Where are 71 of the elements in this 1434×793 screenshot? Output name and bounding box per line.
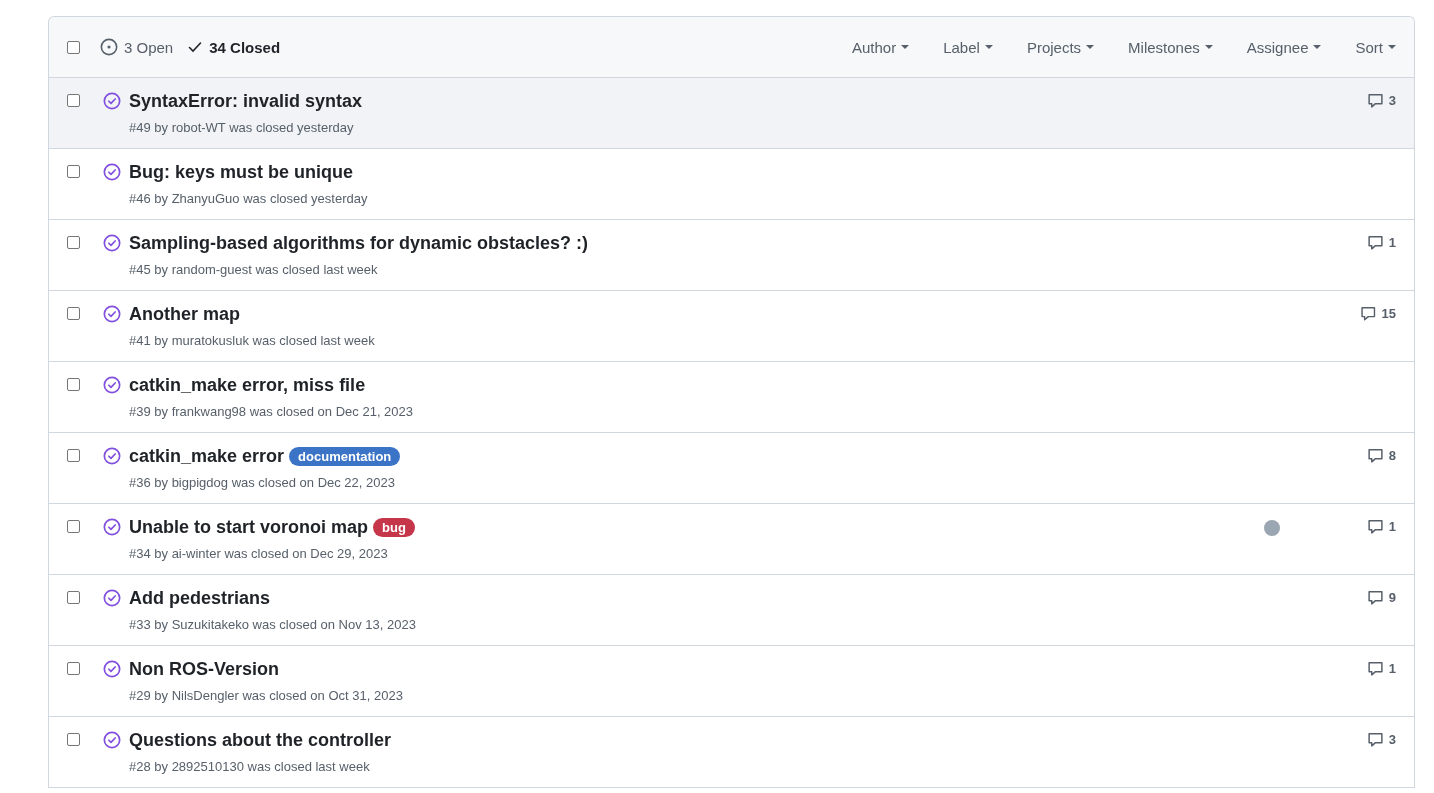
avatar[interactable]: [1264, 520, 1280, 536]
issue-meta: #45 by random-guest was closed last week: [129, 262, 379, 277]
check-circle-icon: [103, 376, 121, 394]
issue-title[interactable]: Sampling-based algorithms for dynamic obstacles? :): [129, 233, 589, 254]
checkbox[interactable]: [67, 662, 80, 675]
comment-icon: [1366, 92, 1384, 109]
issue-title[interactable]: catkin_make error, miss file: [129, 375, 366, 396]
filter-dropdown[interactable]: Projects: [1026, 38, 1095, 56]
filter-dropdown[interactable]: Milestones: [1128, 38, 1213, 56]
comment-icon: [1366, 518, 1384, 535]
checkbox[interactable]: [67, 591, 80, 604]
checkbox[interactable]: [67, 307, 80, 320]
open-issue-icon: [100, 38, 118, 56]
checkbox[interactable]: [67, 733, 80, 746]
issue-meta: #28 by 2892510130 was closed last week: [129, 759, 371, 774]
issue-meta: #46 by ZhanyuGuo was closed yesterday: [129, 191, 369, 206]
state-tab[interactable]: 34 Closed: [187, 38, 281, 56]
label-tag[interactable]: documentation: [289, 447, 401, 466]
comment-count[interactable]: 1: [1388, 519, 1396, 534]
issue-meta: #49 by robot-WT was closed yesterday: [129, 120, 355, 135]
check-icon: [187, 39, 204, 55]
filter-dropdown[interactable]: Label: [943, 38, 993, 56]
checkbox[interactable]: [67, 378, 80, 391]
filter-dropdown[interactable]: Sort: [1355, 38, 1396, 56]
comment-icon: [1366, 660, 1384, 677]
comment-count[interactable]: 3: [1388, 732, 1396, 747]
issue-title[interactable]: Questions about the controller: [129, 730, 392, 751]
issue-meta: #29 by NilsDengler was closed on Oct 31, 2023: [129, 688, 404, 703]
check-circle-icon: [103, 305, 121, 323]
issue-meta: #39 by frankwang98 was closed on Dec 21, 2023: [129, 404, 415, 419]
issue-title[interactable]: Unable to start voronoi map: [129, 517, 369, 538]
checkbox[interactable]: [67, 94, 80, 107]
comment-icon: [1360, 305, 1377, 322]
checkbox[interactable]: [67, 449, 80, 462]
check-circle-icon: [103, 163, 121, 181]
issue-title[interactable]: SyntaxError: invalid syntax: [129, 91, 363, 112]
label-tag[interactable]: bug: [373, 518, 415, 537]
state-tab[interactable]: 3 Open: [100, 38, 174, 56]
comment-count[interactable]: 8: [1388, 448, 1396, 463]
comment-count[interactable]: 1: [1388, 661, 1396, 676]
issue-title[interactable]: Add pedestrians: [129, 588, 271, 609]
filter-dropdown[interactable]: Assignee: [1246, 38, 1322, 56]
check-circle-icon: [103, 518, 121, 536]
checkbox[interactable]: [67, 236, 80, 249]
issue-title[interactable]: catkin_make error: [129, 446, 285, 467]
issue-meta: #36 by bigpigdog was closed on Dec 22, 2023: [129, 475, 396, 490]
comment-icon: [1366, 447, 1384, 464]
check-circle-icon: [103, 731, 121, 749]
issue-row[interactable]: SyntaxError: invalid syntax #49 by robot-WT was closed yesterday 3: [49, 78, 1414, 149]
comment-count[interactable]: 1: [1388, 235, 1396, 250]
comment-icon: [1366, 234, 1384, 251]
check-circle-icon: [103, 589, 121, 607]
comment-count[interactable]: 9: [1388, 590, 1396, 605]
comment-count[interactable]: 15: [1381, 306, 1396, 321]
issue-title[interactable]: Non ROS-Version: [129, 659, 280, 680]
comment-icon: [1366, 589, 1384, 606]
issue-meta: #33 by Suzukitakeko was closed on Nov 13, 2023: [129, 617, 417, 632]
filter-dropdown[interactable]: Author: [851, 38, 910, 56]
issue-meta: #41 by muratokusluk was closed last week: [129, 333, 376, 348]
checkbox[interactable]: [67, 40, 80, 54]
check-circle-icon: [103, 447, 121, 465]
check-circle-icon: [103, 660, 121, 678]
check-circle-icon: [103, 234, 121, 252]
issue-title[interactable]: Another map: [129, 304, 240, 325]
comment-count[interactable]: 3: [1388, 93, 1396, 108]
issue-meta: #34 by ai-winter was closed on Dec 29, 2023: [129, 546, 389, 561]
checkbox[interactable]: [67, 165, 80, 178]
check-circle-icon: [103, 92, 121, 110]
comment-icon: [1366, 731, 1384, 748]
issue-title[interactable]: Bug: keys must be unique: [129, 162, 354, 183]
checkbox[interactable]: [67, 520, 80, 533]
